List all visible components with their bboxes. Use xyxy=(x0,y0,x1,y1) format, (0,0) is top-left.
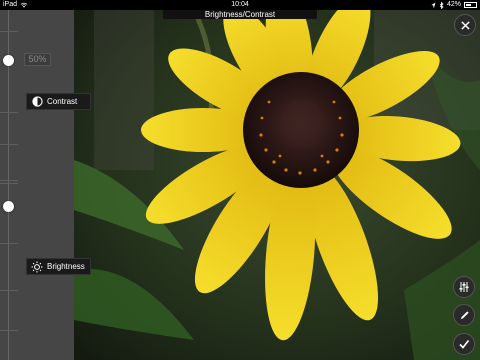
contrast-icon xyxy=(27,96,47,107)
bluetooth-icon xyxy=(439,1,444,9)
checkmark-icon xyxy=(459,340,470,349)
slider-tick xyxy=(0,183,18,184)
draw-button[interactable] xyxy=(453,304,475,326)
status-right: 42% xyxy=(431,0,477,10)
adjustment-panel: 50% xyxy=(0,10,74,360)
slider-tick xyxy=(0,112,18,113)
battery-percent: 42% xyxy=(446,1,461,8)
slider-tick xyxy=(0,290,18,291)
tab-brightness[interactable]: Brightness xyxy=(26,258,91,275)
close-button[interactable] xyxy=(454,14,476,36)
slider-tick xyxy=(0,243,18,244)
clock: 10:04 xyxy=(231,1,249,8)
contrast-value-readout: 50% xyxy=(24,53,51,66)
done-button[interactable] xyxy=(453,333,475,355)
battery-icon xyxy=(464,2,477,8)
contrast-slider-knob[interactable] xyxy=(3,55,14,66)
tab-contrast-label: Contrast xyxy=(47,97,78,106)
sliders-icon xyxy=(459,282,469,292)
brightness-slider-knob[interactable] xyxy=(3,201,14,212)
location-icon xyxy=(431,2,436,8)
tab-brightness-label: Brightness xyxy=(47,262,85,271)
slider-tick xyxy=(0,180,18,181)
slider-tick xyxy=(0,330,18,331)
adjust-button[interactable] xyxy=(453,276,475,298)
page-title: Brightness/Contrast xyxy=(163,10,317,19)
slider-tick xyxy=(0,31,18,32)
pencil-icon xyxy=(460,310,469,319)
photo-canvas[interactable] xyxy=(74,10,480,360)
close-icon xyxy=(460,20,470,30)
sun-icon xyxy=(27,261,47,273)
tab-contrast[interactable]: Contrast xyxy=(26,93,91,110)
flower-photo xyxy=(74,10,480,360)
status-bar: iPad 10:04 42% xyxy=(0,0,480,10)
slider-tick xyxy=(0,144,18,145)
